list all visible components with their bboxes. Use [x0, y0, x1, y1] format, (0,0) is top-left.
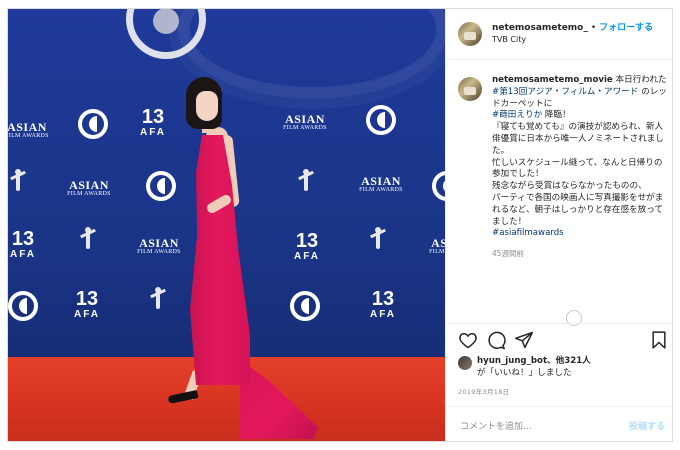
person-in-red-dress: [158, 69, 328, 441]
asian-film-awards-logo: ASIANFILM AWARDS: [429, 236, 445, 255]
avatar[interactable]: [458, 356, 472, 370]
post-comment-button[interactable]: 投稿する: [629, 419, 665, 432]
post-sidebar: netemosametemo_ • フォローする TVB City netemosa…: [445, 9, 672, 441]
caption-text: 忙しいスケジュール縫って、なんと日帰りの参加でした！: [492, 157, 663, 180]
comment-input[interactable]: コメントを追加...: [460, 419, 532, 432]
likes-count[interactable]: 、他321人: [547, 356, 591, 366]
awards-ring-logo: [366, 105, 396, 135]
caption-body: netemosametemo_movie 本日行われた #第13回アジア・フィルム…: [492, 75, 667, 315]
caption-text: パーティで各国の映画人に写真撮影をせがまれるなど、朝子はしっかりと存在感を放って…: [492, 192, 664, 227]
hashtag-link[interactable]: #蒔田えりか: [492, 110, 542, 120]
asian-film-awards-logo: ASIANFILM AWARDS: [359, 174, 403, 193]
separator-dot: •: [590, 23, 597, 33]
post-header-meta: netemosametemo_ • フォローする TVB City: [492, 22, 653, 46]
caption-text: 本日行われた: [615, 75, 667, 85]
heart-icon[interactable]: [458, 330, 478, 350]
awards-ring-logo: [8, 291, 38, 321]
caption-timestamp[interactable]: 45週間前: [492, 248, 667, 260]
post-photo[interactable]: ASIAN FILM AWARDS 13 AFA ASIAN FILM AWARDS …: [8, 9, 445, 441]
caption-block: netemosametemo_movie 本日行われた #第13回アジア・フィルム…: [446, 61, 672, 315]
likes-suffix: が「いいね！」しました: [477, 368, 572, 378]
caption-text: 残念ながら受賞はならなかったものの、: [492, 181, 647, 192]
action-bar: [446, 323, 672, 355]
awards-ring-logo: [78, 109, 108, 139]
hashtag-link[interactable]: #asiafilmawards: [492, 228, 564, 238]
afa-13-logo: 13 AFA: [10, 228, 36, 260]
afa-13-logo: 13 AFA: [74, 288, 100, 320]
asian-film-awards-logo: ASIANFILM AWARDS: [67, 178, 111, 197]
follow-button[interactable]: フォローする: [599, 23, 653, 33]
trophy-statue-logo: [78, 227, 98, 257]
hashtag-link[interactable]: #第13回アジア・フィルム・アワード: [492, 87, 638, 97]
asian-film-awards-logo: ASIANFILM AWARDS: [8, 120, 49, 139]
afa-13-logo: 13 AFA: [370, 288, 396, 320]
avatar[interactable]: [458, 22, 482, 46]
caption-text: 『寝ても覚めても』の演技が認められ、新人俳優賞に日本から唯一人ノミネートされまし…: [492, 122, 664, 156]
post-location[interactable]: TVB City: [492, 34, 653, 46]
comment-box: コメントを追加... 投稿する: [446, 406, 672, 441]
trophy-statue-logo: [368, 227, 388, 257]
share-icon[interactable]: [514, 330, 534, 350]
post-date[interactable]: 2019年3月18日: [458, 386, 509, 396]
trophy-statue-logo: [8, 169, 28, 199]
comment-icon[interactable]: [486, 330, 506, 350]
instagram-post-frame: ASIAN FILM AWARDS 13 AFA ASIAN FILM AWARDS …: [7, 8, 673, 442]
likes-summary: hyun_jung_bot、他321人 が「いいね！」しました: [458, 355, 668, 379]
avatar[interactable]: [458, 77, 482, 101]
awards-ring-logo: [432, 171, 445, 201]
post-username[interactable]: netemosametemo_: [492, 23, 588, 33]
caption-username[interactable]: netemosametemo_movie: [492, 75, 613, 85]
post-header: netemosametemo_ • フォローする TVB City: [446, 9, 672, 60]
bookmark-icon[interactable]: [649, 330, 669, 350]
liker-username[interactable]: hyun_jung_bot: [477, 356, 547, 366]
caption-text: 降臨！: [544, 110, 571, 121]
